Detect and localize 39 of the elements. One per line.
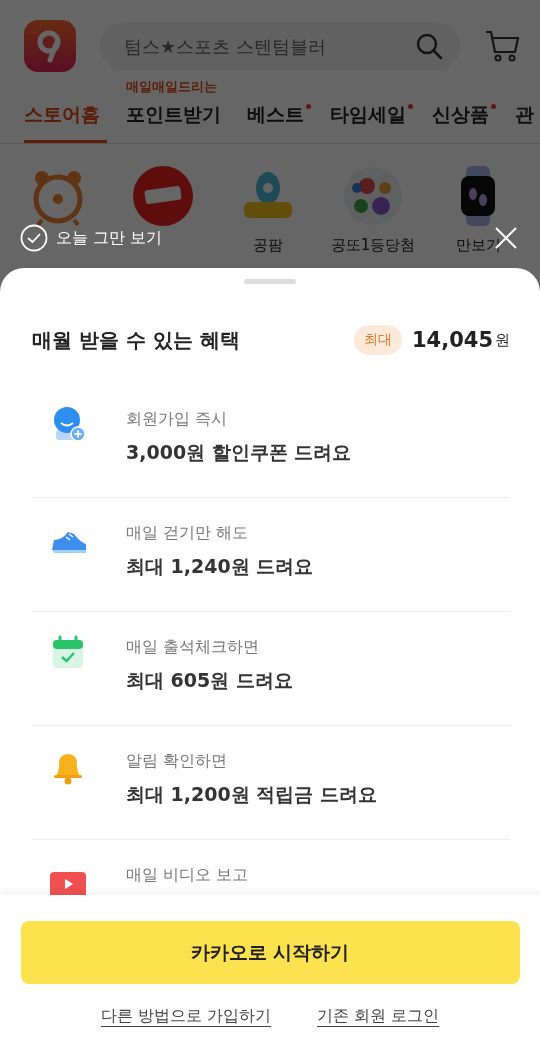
text-link[interactable]: 다른 방법으로 가입하기 — [100, 1006, 271, 1027]
search-icon[interactable] — [414, 31, 444, 61]
new-dot — [408, 104, 413, 109]
kakao-start-button[interactable]: 카카오로 시작하기 — [20, 921, 520, 984]
currency-unit: 원 — [495, 330, 510, 350]
app-logo-icon[interactable] — [24, 20, 76, 72]
benefit-condition: 알림 확인하면 — [126, 751, 229, 772]
nav-tab[interactable]: 타임세일 — [330, 102, 413, 143]
text-link[interactable]: 기존 회원 로그인 — [317, 1006, 440, 1027]
new-dot — [491, 104, 496, 109]
search-field[interactable]: 텀스★스포츠 스텐텀블러 — [122, 34, 406, 58]
drag-handle[interactable] — [244, 279, 296, 284]
benefit-reward: 최대 605원 드려요 — [126, 668, 293, 693]
search-bar[interactable]: 텀스★스포츠 스텐텀블러 — [100, 22, 460, 70]
category-label[interactable]: 만보기 — [455, 236, 501, 255]
max-badge: 최대 — [353, 325, 402, 355]
check-circle-icon — [20, 224, 48, 252]
new-dot — [306, 104, 311, 109]
lottery-balls-icon[interactable] — [343, 166, 403, 226]
benefit-condition: 매일 걷기만 해도 — [126, 523, 250, 544]
nav-tab[interactable]: 스토어홈 — [24, 102, 107, 143]
benefit-condition: 매일 출석체크하면 — [126, 637, 261, 658]
benefit-reward: 3,000원 할인쿠폰 드려요 — [126, 440, 352, 465]
category-label[interactable]: 공또1등당첨 — [330, 236, 416, 255]
nav-tab[interactable]: 포인트받기 — [126, 102, 228, 143]
tab-promo-label: 매일매일드리는 — [126, 78, 217, 96]
benefit-condition: 회원가입 즉시 — [126, 409, 229, 430]
hot-deal-icon[interactable] — [133, 166, 193, 226]
nav-tab[interactable]: 관 — [515, 102, 540, 143]
cart-icon[interactable] — [484, 28, 520, 64]
benefit-reward: 최대 1,240원 드려요 — [126, 554, 314, 579]
benefit-reward: 최대 1,200원 적립금 드려요 — [126, 782, 377, 807]
nav-tab[interactable]: 신상품 — [432, 102, 496, 143]
category-label[interactable]: 공팜 — [253, 236, 283, 255]
sheet-title: 매월 받을 수 있는 혜택 — [32, 326, 241, 354]
benefit-condition: 매일 비디오 보고 — [126, 865, 249, 886]
total-amount: 14,045 — [411, 328, 493, 352]
nav-tab[interactable]: 베스트 — [247, 102, 311, 143]
dismiss-today-button[interactable]: 오늘 그만 보기 — [20, 224, 163, 252]
